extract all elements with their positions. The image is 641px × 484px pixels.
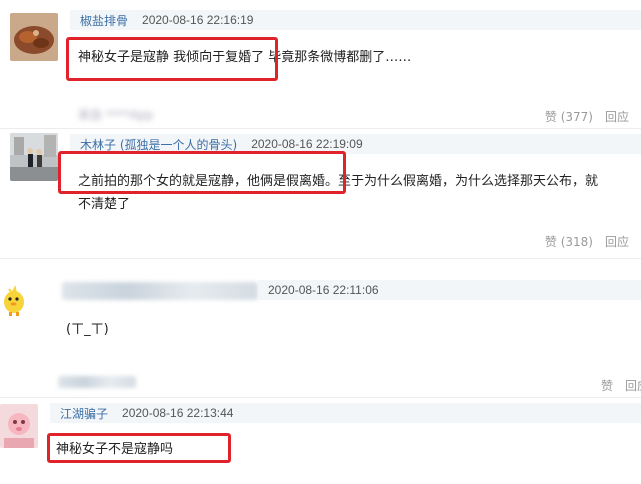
username-link[interactable]: 椒盐排骨 bbox=[80, 12, 128, 29]
divider bbox=[0, 128, 641, 129]
like-button[interactable]: 赞 (318) bbox=[545, 233, 593, 250]
reply-button[interactable]: 回应 bbox=[605, 233, 629, 250]
reply-button[interactable]: 回应 bbox=[625, 377, 641, 394]
like-button[interactable]: 赞 (377) bbox=[545, 108, 593, 125]
divider bbox=[0, 258, 641, 259]
comment-meta: 椒盐排骨 2020-08-16 22:16:19 bbox=[70, 10, 641, 30]
reply-button[interactable]: 回应 bbox=[605, 108, 629, 125]
comment-text: (ㄒ_ㄒ) bbox=[66, 322, 109, 337]
username-blurred bbox=[62, 282, 258, 300]
comment-text-line-1: 之前拍的那个女的就是寇静，他俩是假离婚。至于为什么假离婚，为什么选择那天公布，就 bbox=[78, 174, 599, 189]
timestamp: 2020-08-16 22:11:06 bbox=[268, 283, 379, 297]
comment-meta: 江湖骗子 2020-08-16 22:13:44 bbox=[50, 403, 641, 423]
avatar[interactable] bbox=[0, 283, 28, 317]
comment-text: 神秘女子是寇静 我倾向于复婚了 毕竟那条微博都删了…… bbox=[78, 50, 412, 65]
source-blurred: 来自 ****App bbox=[78, 108, 154, 122]
comment-text: 神秘女子不是寇静吗 bbox=[56, 442, 174, 457]
avatar[interactable] bbox=[0, 404, 38, 448]
comment-meta: 2020-08-16 22:11:06 bbox=[258, 280, 641, 300]
comment-meta: 木林子 (孤独是一个人的骨头) 2020-08-16 22:19:09 bbox=[70, 134, 641, 154]
timestamp: 2020-08-16 22:16:19 bbox=[142, 13, 254, 27]
timestamp: 2020-08-16 22:19:09 bbox=[251, 137, 363, 151]
comment-actions: 赞 (318) 回应 bbox=[545, 233, 629, 250]
like-button[interactable]: 赞 bbox=[601, 377, 613, 394]
comment-actions: 赞 (377) 回应 bbox=[545, 108, 629, 125]
username-link[interactable]: 木林子 (孤独是一个人的骨头) bbox=[80, 136, 237, 153]
timestamp: 2020-08-16 22:13:44 bbox=[122, 406, 234, 420]
source-blurred bbox=[58, 376, 136, 388]
comment-text-line-2: 不清楚了 bbox=[78, 197, 131, 212]
comment-actions: 赞 回应 bbox=[601, 377, 641, 394]
divider bbox=[0, 397, 641, 398]
username-link[interactable]: 江湖骗子 bbox=[60, 405, 108, 422]
avatar[interactable] bbox=[10, 133, 58, 181]
avatar[interactable] bbox=[10, 13, 58, 61]
